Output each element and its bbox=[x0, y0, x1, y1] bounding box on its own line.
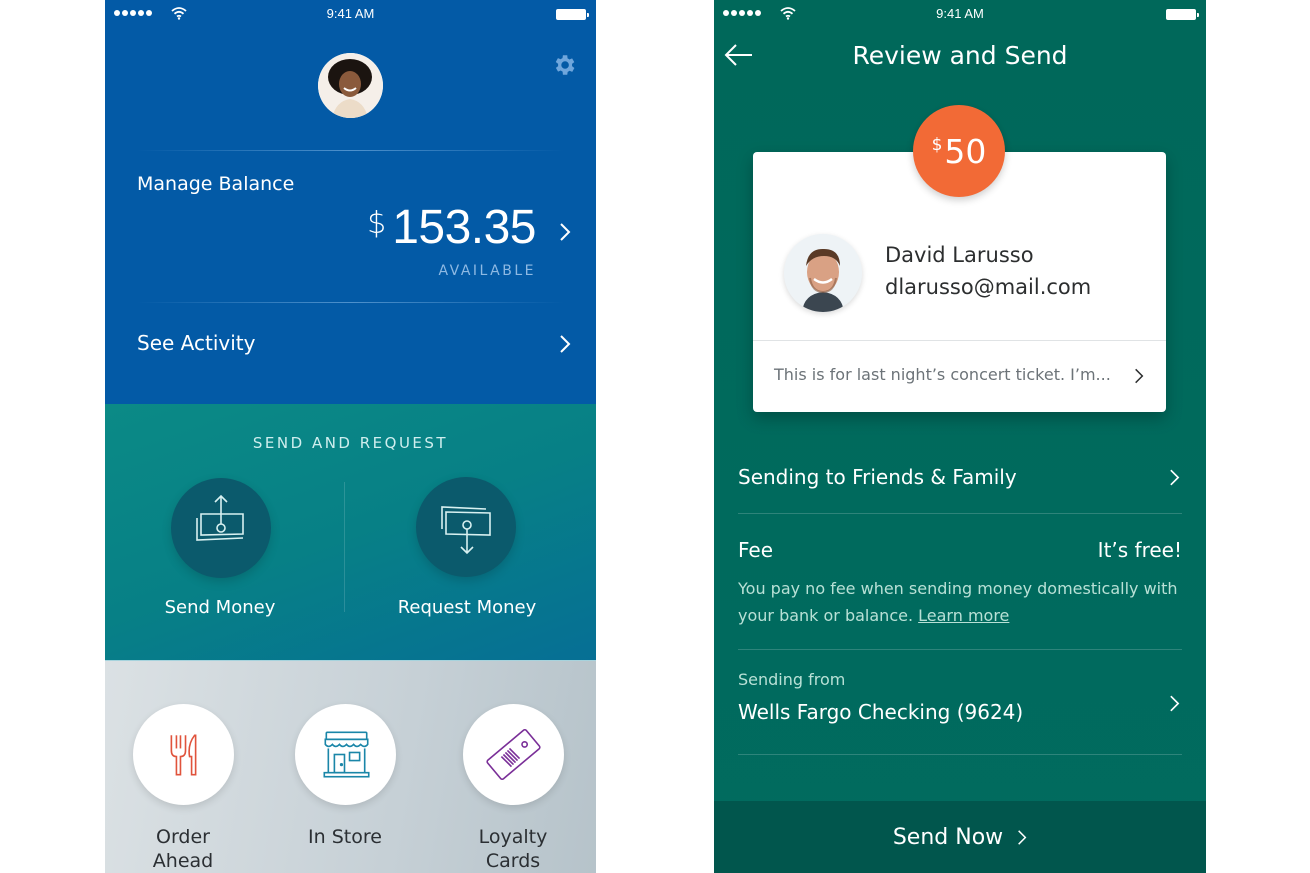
funding-account: Wells Fargo Checking (9624) bbox=[738, 700, 1024, 724]
chevron-right-icon bbox=[1018, 829, 1027, 845]
recipient-avatar bbox=[784, 234, 862, 312]
status-bar: 9:41 AM bbox=[105, 0, 596, 28]
shortcuts-section: Order Ahead In Store Loyalty Cards bbox=[105, 660, 596, 873]
send-money-icon bbox=[196, 494, 244, 541]
amount-value: 50 bbox=[944, 131, 987, 171]
recipient-email: dlarusso@mail.com bbox=[885, 275, 1092, 299]
note-text: This is for last night’s concert ticket.… bbox=[774, 365, 1111, 384]
shortcut-label-line1: Loyalty bbox=[478, 826, 548, 848]
currency-symbol: $ bbox=[367, 206, 387, 241]
fee-description: You pay no fee when sending money domest… bbox=[738, 575, 1178, 629]
battery-icon bbox=[556, 9, 589, 20]
chevron-right-icon bbox=[1170, 469, 1180, 486]
shortcut-label-line2: Ahead bbox=[152, 850, 214, 872]
payment-type-label: Sending to Friends & Family bbox=[738, 465, 1017, 489]
amount-badge: $ 50 bbox=[913, 105, 1005, 197]
chevron-right-icon bbox=[1170, 695, 1180, 712]
clock: 9:41 AM bbox=[326, 6, 375, 21]
manage-balance-label: Manage Balance bbox=[137, 173, 295, 195]
fee-value: It’s free! bbox=[1097, 538, 1182, 562]
request-money-icon bbox=[441, 506, 491, 555]
divider bbox=[137, 150, 564, 151]
chevron-right-icon bbox=[560, 335, 571, 353]
settings-gear-icon[interactable] bbox=[551, 52, 577, 78]
fork-knife-icon bbox=[170, 734, 197, 776]
balance-value: 153.35 bbox=[392, 201, 536, 254]
divider bbox=[753, 340, 1166, 341]
shortcut-label-line1: In Store bbox=[308, 826, 382, 848]
divider bbox=[137, 302, 564, 303]
chevron-right-icon bbox=[1135, 368, 1144, 384]
storefront-icon bbox=[323, 731, 370, 778]
see-activity-label: See Activity bbox=[137, 331, 256, 355]
divider bbox=[344, 482, 345, 612]
send-now-button[interactable]: Send Now bbox=[714, 801, 1206, 873]
balance-section: 9:41 AM Manage Balance $ 153.35 AVAILABL… bbox=[105, 0, 596, 404]
send-money-label: Send Money bbox=[164, 597, 276, 618]
request-money-label: Request Money bbox=[397, 597, 537, 618]
divider bbox=[738, 513, 1182, 514]
clock: 9:41 AM bbox=[936, 6, 984, 21]
battery-icon bbox=[1166, 9, 1199, 20]
section-title: SEND AND REQUEST bbox=[252, 434, 449, 452]
shortcut-label-line1: Order bbox=[156, 826, 210, 848]
currency-symbol: $ bbox=[931, 135, 943, 155]
fee-label: Fee bbox=[738, 538, 774, 562]
divider bbox=[738, 754, 1182, 755]
learn-more-link[interactable]: Learn more bbox=[918, 606, 1009, 625]
sending-from-label: Sending from bbox=[738, 670, 846, 689]
available-caption: AVAILABLE bbox=[438, 263, 536, 279]
send-now-label: Send Now bbox=[892, 824, 1004, 850]
home-screen: 9:41 AM Manage Balance $ 153.35 AVAILABL… bbox=[105, 0, 596, 873]
review-and-send-screen: 9:41 AM Review and Send David Larusso dl… bbox=[714, 0, 1206, 873]
shortcut-label-line2: Cards bbox=[485, 850, 541, 872]
balance-amount: $ 153.35 bbox=[367, 200, 536, 255]
divider bbox=[738, 649, 1182, 650]
send-and-request-section: SEND AND REQUEST Send Money Request Mone… bbox=[105, 404, 596, 660]
page-title: Review and Send bbox=[852, 41, 1068, 70]
loyalty-card-icon bbox=[486, 729, 541, 780]
chevron-right-icon bbox=[560, 223, 571, 241]
status-bar: 9:41 AM bbox=[714, 0, 1206, 28]
profile-avatar[interactable] bbox=[318, 53, 383, 118]
recipient-name: David Larusso bbox=[885, 243, 1034, 267]
